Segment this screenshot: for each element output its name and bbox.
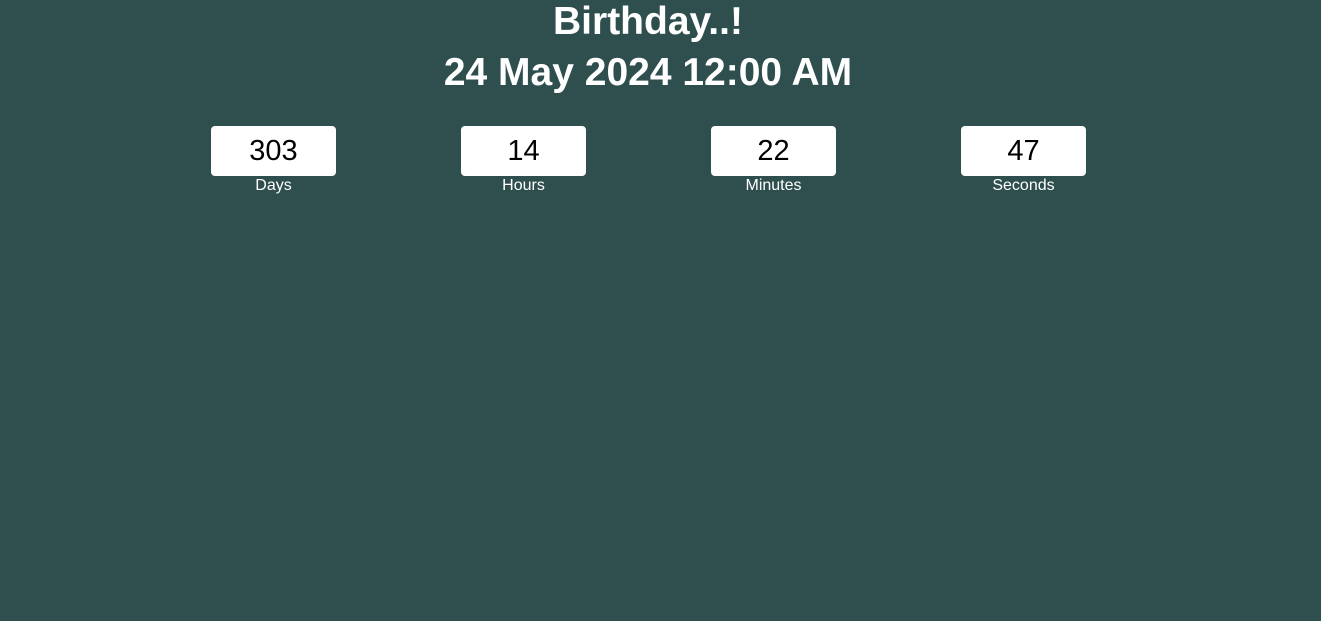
- hours-value: 14: [461, 126, 586, 176]
- countdown-minutes: 22 Minutes: [711, 126, 836, 194]
- countdown-timer: 303 Days 14 Hours 22 Minutes 47 Seconds: [0, 126, 1321, 196]
- countdown-page: Birthday..! 24 May 2024 12:00 AM 303 Day…: [0, 0, 1321, 621]
- hours-label: Hours: [502, 177, 545, 194]
- days-value: 303: [211, 126, 336, 176]
- event-title: Birthday..!: [553, 0, 743, 43]
- seconds-label: Seconds: [992, 177, 1055, 194]
- event-date: 24 May 2024 12:00 AM: [443, 51, 853, 94]
- minutes-label: Minutes: [745, 177, 802, 194]
- countdown-seconds: 47 Seconds: [961, 126, 1086, 194]
- seconds-value: 47: [961, 126, 1086, 176]
- minutes-value: 22: [711, 126, 836, 176]
- countdown-days: 303 Days: [211, 126, 336, 194]
- days-label: Days: [255, 177, 292, 194]
- countdown-hours: 14 Hours: [461, 126, 586, 194]
